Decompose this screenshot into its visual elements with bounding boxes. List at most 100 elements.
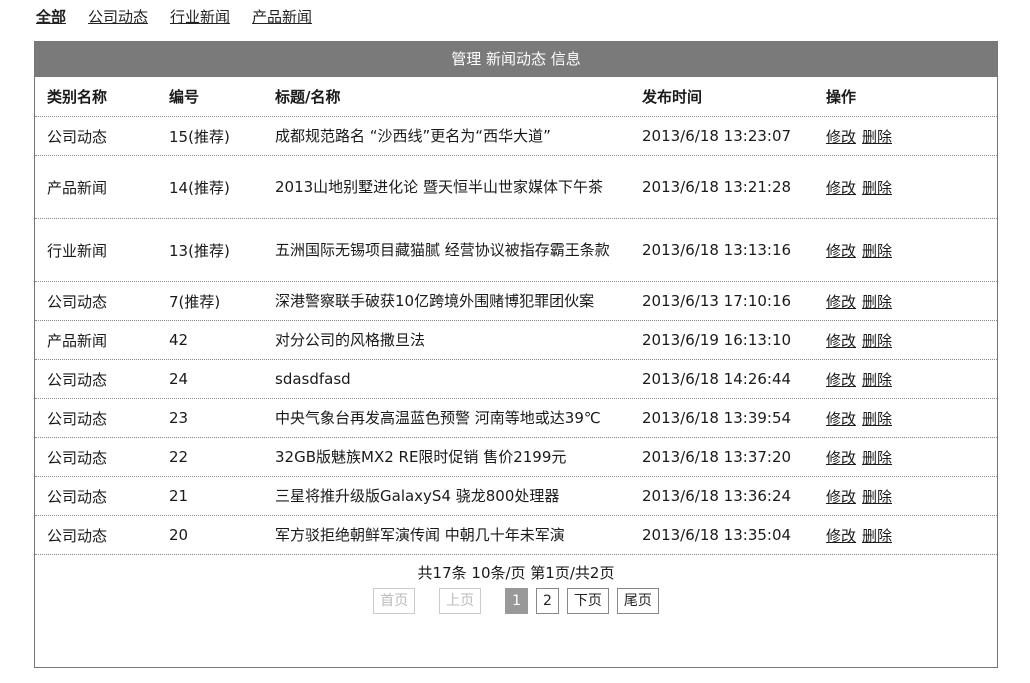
- table-row: 公司动态 7(推荐) 深港警察联手破获10亿跨境外围赌博犯罪团伙案 2013/6…: [35, 282, 997, 321]
- row-title: 三星将推升级版GalaxyS4 骁龙800处理器: [275, 487, 560, 505]
- row-title: 深港警察联手破获10亿跨境外围赌博犯罪团伙案: [275, 292, 595, 310]
- row-actions: 修改 删除: [826, 516, 892, 554]
- row-id: 42: [169, 331, 189, 349]
- row-time: 2013/6/18 13:36:24: [642, 487, 792, 505]
- row-time: 2013/6/18 13:23:07: [642, 127, 792, 145]
- edit-link[interactable]: 修改: [826, 486, 856, 507]
- edit-link[interactable]: 修改: [826, 330, 856, 351]
- row-category: 公司动态: [47, 526, 108, 545]
- row-title: 成都规范路名 “沙西线”更名为“西华大道”: [275, 127, 551, 145]
- prev-page-button[interactable]: 上页: [439, 588, 482, 614]
- delete-link[interactable]: 删除: [862, 126, 892, 147]
- row-actions: 修改 删除: [826, 321, 892, 359]
- table-row: 产品新闻 42 对分公司的风格撒旦法 2013/6/19 16:13:10 修改…: [35, 321, 997, 360]
- delete-link[interactable]: 删除: [862, 408, 892, 429]
- row-category: 公司动态: [47, 127, 108, 146]
- news-table: 类别名称 编号 标题/名称 发布时间 操作 公司动态 15(推荐) 成都规范路名…: [35, 77, 997, 555]
- page-1-button[interactable]: 1: [505, 588, 528, 614]
- row-actions: 修改 删除: [826, 477, 892, 515]
- row-id: 14(推荐): [169, 178, 230, 197]
- row-actions: 修改 删除: [826, 282, 892, 320]
- delete-link[interactable]: 删除: [862, 240, 892, 261]
- edit-link[interactable]: 修改: [826, 369, 856, 390]
- row-id: 21: [169, 487, 189, 505]
- row-id: 20: [169, 526, 189, 544]
- row-category: 行业新闻: [47, 241, 108, 260]
- row-category: 产品新闻: [47, 331, 108, 350]
- category-tabs: 全部 公司动态 行业新闻 产品新闻: [36, 6, 312, 27]
- edit-link[interactable]: 修改: [826, 525, 856, 546]
- row-time: 2013/6/18 14:26:44: [642, 370, 792, 388]
- row-category: 产品新闻: [47, 178, 108, 197]
- delete-link[interactable]: 删除: [862, 447, 892, 468]
- row-id: 15(推荐): [169, 127, 230, 146]
- table-row: 公司动态 20 军方驳拒绝朝鲜军演传闻 中朝几十年未军演 2013/6/18 1…: [35, 516, 997, 555]
- pagination: 共17条 10条/页 第1页/共2页 首页 上页 1 2 下页 尾页: [35, 562, 997, 614]
- row-category: 公司动态: [47, 292, 108, 311]
- row-title: 军方驳拒绝朝鲜军演传闻 中朝几十年未军演: [275, 526, 565, 544]
- tab-product-news[interactable]: 产品新闻: [252, 6, 312, 27]
- table-row: 行业新闻 13(推荐) 五洲国际无锡项目藏猫腻 经营协议被指存霸王条款 2013…: [35, 219, 997, 282]
- last-page-button[interactable]: 尾页: [616, 588, 659, 614]
- row-id: 22: [169, 448, 189, 466]
- row-time: 2013/6/18 13:35:04: [642, 526, 792, 544]
- edit-link[interactable]: 修改: [826, 291, 856, 312]
- row-title: 对分公司的风格撒旦法: [275, 331, 426, 349]
- table-row: 公司动态 22 32GB版魅族MX2 RE限时促销 售价2199元 2013/6…: [35, 438, 997, 477]
- edit-link[interactable]: 修改: [826, 408, 856, 429]
- row-actions: 修改 删除: [826, 156, 892, 218]
- delete-link[interactable]: 删除: [862, 177, 892, 198]
- table-row: 公司动态 21 三星将推升级版GalaxyS4 骁龙800处理器 2013/6/…: [35, 477, 997, 516]
- panel-title: 管理 新闻动态 信息: [35, 42, 997, 77]
- row-actions: 修改 删除: [826, 438, 892, 476]
- table-row: 公司动态 24 sdasdfasd 2013/6/18 14:26:44 修改 …: [35, 360, 997, 399]
- delete-link[interactable]: 删除: [862, 486, 892, 507]
- row-category: 公司动态: [47, 487, 108, 506]
- row-actions: 修改 删除: [826, 360, 892, 398]
- row-actions: 修改 删除: [826, 117, 892, 155]
- pagination-buttons: 首页 上页 1 2 下页 尾页: [35, 588, 997, 614]
- pagination-summary: 共17条 10条/页 第1页/共2页: [417, 564, 615, 582]
- tab-all[interactable]: 全部: [36, 6, 66, 27]
- row-time: 2013/6/19 16:13:10: [642, 331, 792, 349]
- page-2-button[interactable]: 2: [536, 588, 559, 614]
- row-actions: 修改 删除: [826, 219, 892, 281]
- delete-link[interactable]: 删除: [862, 369, 892, 390]
- row-actions: 修改 删除: [826, 399, 892, 437]
- first-page-button[interactable]: 首页: [373, 588, 416, 614]
- news-management-panel: 管理 新闻动态 信息 类别名称 编号 标题/名称 发布时间 操作 公司动态 15…: [34, 41, 998, 668]
- row-title: 32GB版魅族MX2 RE限时促销 售价2199元: [275, 448, 567, 466]
- delete-link[interactable]: 删除: [862, 525, 892, 546]
- tab-industry-news[interactable]: 行业新闻: [170, 6, 230, 27]
- tab-company-news[interactable]: 公司动态: [88, 6, 148, 27]
- row-category: 公司动态: [47, 448, 108, 467]
- header-ops: 操作: [826, 88, 857, 106]
- table-header: 类别名称 编号 标题/名称 发布时间 操作: [35, 77, 997, 117]
- delete-link[interactable]: 删除: [862, 330, 892, 351]
- edit-link[interactable]: 修改: [826, 126, 856, 147]
- row-category: 公司动态: [47, 370, 108, 389]
- row-time: 2013/6/18 13:21:28: [642, 178, 792, 196]
- next-page-button[interactable]: 下页: [566, 588, 609, 614]
- row-title: sdasdfasd: [275, 370, 351, 388]
- edit-link[interactable]: 修改: [826, 177, 856, 198]
- row-time: 2013/6/18 13:39:54: [642, 409, 792, 427]
- header-time: 发布时间: [642, 88, 703, 106]
- edit-link[interactable]: 修改: [826, 240, 856, 261]
- row-time: 2013/6/18 13:13:16: [642, 241, 792, 259]
- row-title: 五洲国际无锡项目藏猫腻 经营协议被指存霸王条款: [275, 241, 610, 259]
- row-id: 13(推荐): [169, 241, 230, 260]
- header-id: 编号: [169, 88, 200, 106]
- table-row: 公司动态 15(推荐) 成都规范路名 “沙西线”更名为“西华大道” 2013/6…: [35, 117, 997, 156]
- header-category: 类别名称: [47, 88, 108, 106]
- table-row: 产品新闻 14(推荐) 2013山地别墅进化论 暨天恒半山世家媒体下午茶 201…: [35, 156, 997, 219]
- delete-link[interactable]: 删除: [862, 291, 892, 312]
- header-title: 标题/名称: [275, 87, 341, 106]
- row-time: 2013/6/18 13:37:20: [642, 448, 792, 466]
- edit-link[interactable]: 修改: [826, 447, 856, 468]
- row-category: 公司动态: [47, 409, 108, 428]
- row-id: 7(推荐): [169, 292, 221, 311]
- row-id: 23: [169, 409, 189, 427]
- row-time: 2013/6/13 17:10:16: [642, 292, 792, 310]
- row-title: 2013山地别墅进化论 暨天恒半山世家媒体下午茶: [275, 178, 603, 196]
